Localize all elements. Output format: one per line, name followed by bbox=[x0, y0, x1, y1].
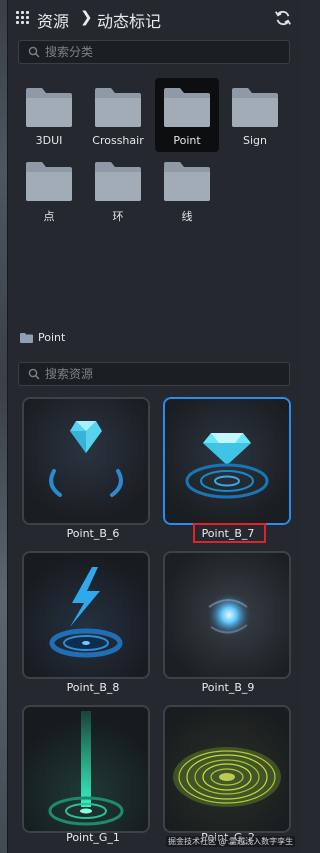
watermark: 掘金技术社区 @ 霊越浅入数字孪生 bbox=[166, 836, 296, 847]
grid-menu-icon[interactable] bbox=[16, 11, 30, 25]
asset-card-point-b-7[interactable] bbox=[163, 397, 291, 525]
selection-highlight bbox=[193, 523, 266, 543]
folder-crosshair[interactable]: Crosshair bbox=[86, 78, 150, 152]
folder-icon bbox=[164, 88, 210, 127]
folder-3dui[interactable]: 3DUI bbox=[17, 78, 81, 152]
chevron-right-icon: ❯ bbox=[80, 8, 93, 26]
diamond-marker-thumbnail bbox=[24, 399, 148, 523]
beam-marker-thumbnail bbox=[24, 707, 148, 831]
desktop-edge bbox=[0, 0, 7, 853]
ripple-marker-thumbnail bbox=[165, 707, 289, 831]
folder-icon bbox=[95, 162, 141, 201]
asset-label: Point_B_6 bbox=[66, 527, 120, 540]
asset-search bbox=[18, 362, 290, 386]
folder-huan[interactable]: 环 bbox=[86, 152, 150, 226]
glow-orb-thumbnail bbox=[165, 553, 289, 677]
search-icon bbox=[28, 368, 40, 380]
section-title: Point bbox=[38, 331, 66, 344]
search-icon bbox=[28, 46, 40, 58]
folder-sign[interactable]: Sign bbox=[223, 78, 287, 152]
category-search-input[interactable] bbox=[45, 42, 285, 62]
lightning-marker-thumbnail bbox=[24, 553, 148, 677]
asset-label: Point_G_1 bbox=[66, 831, 120, 844]
breadcrumb: 资源 ❯ 动态标记 bbox=[8, 0, 302, 36]
folder-label: 环 bbox=[112, 210, 124, 223]
folder-label: 3DUI bbox=[35, 134, 63, 147]
asset-card-point-b-8[interactable] bbox=[22, 551, 150, 679]
asset-label: Point_B_9 bbox=[201, 681, 255, 694]
refresh-icon[interactable] bbox=[274, 9, 292, 27]
breadcrumb-root[interactable]: 资源 bbox=[37, 8, 69, 32]
folder-icon bbox=[232, 88, 278, 127]
asset-card-point-g-2[interactable] bbox=[163, 705, 291, 833]
folder-xian[interactable]: 线 bbox=[155, 152, 219, 226]
folder-icon bbox=[164, 162, 210, 201]
folder-icon bbox=[26, 88, 72, 127]
folder-label: Crosshair bbox=[92, 134, 144, 147]
folder-label: Point bbox=[173, 134, 201, 147]
asset-search-input[interactable] bbox=[45, 364, 285, 384]
asset-browser-panel: 资源 ❯ 动态标记 3DUI Crosshair bbox=[7, 0, 301, 853]
folder-dian[interactable]: 点 bbox=[17, 152, 81, 226]
asset-card-point-g-1[interactable] bbox=[22, 705, 150, 833]
folder-icon bbox=[95, 88, 141, 127]
folder-icon bbox=[26, 162, 72, 201]
category-search bbox=[18, 40, 290, 64]
breadcrumb-current: 动态标记 bbox=[97, 12, 162, 31]
folder-icon bbox=[20, 333, 33, 343]
asset-card-point-b-6[interactable] bbox=[22, 397, 150, 525]
folder-point[interactable]: Point bbox=[155, 78, 219, 152]
folder-label: Sign bbox=[243, 134, 267, 147]
gem-marker-thumbnail bbox=[165, 399, 289, 523]
folder-label: 点 bbox=[43, 210, 55, 223]
asset-card-point-b-9[interactable] bbox=[163, 551, 291, 679]
asset-label: Point_B_8 bbox=[66, 681, 120, 694]
folder-label: 线 bbox=[181, 210, 193, 223]
